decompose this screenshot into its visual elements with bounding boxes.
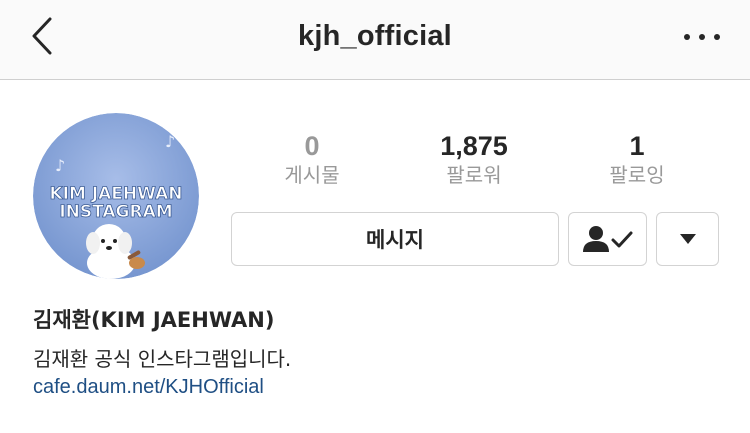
- more-horizontal-icon: [684, 34, 690, 40]
- profile-bio-text: 김재환 공식 인스타그램입니다.: [33, 347, 292, 371]
- followers-label: 팔로워: [446, 163, 502, 187]
- followers-stat[interactable]: 1,875 팔로워: [409, 130, 539, 188]
- avatar-image: ♪ ♪ KIM JAEHWAN INSTAGRAM: [33, 113, 199, 279]
- avatar-title-line1: KIM JAEHWAN: [49, 184, 182, 204]
- message-button[interactable]: 메시지: [231, 212, 559, 266]
- profile-avatar[interactable]: ♪ ♪ KIM JAEHWAN INSTAGRAM: [33, 113, 199, 279]
- following-status-button[interactable]: [568, 212, 647, 266]
- following-label: 팔로잉: [609, 163, 665, 187]
- profile-username-title: kjh_official: [298, 20, 452, 52]
- svg-text:♪: ♪: [55, 156, 65, 175]
- triangle-down-icon: [679, 234, 696, 244]
- following-stat[interactable]: 1 팔로잉: [572, 130, 702, 188]
- profile-full-name: 김재환(KIM JAEHWAN): [33, 308, 275, 332]
- top-navigation-bar: kjh_official: [0, 0, 750, 80]
- posts-count: 0: [304, 131, 320, 161]
- suggestions-dropdown-button[interactable]: [656, 212, 719, 266]
- avatar-title-line2: INSTAGRAM: [59, 202, 172, 222]
- posts-label: 게시물: [284, 163, 340, 187]
- followers-count: 1,875: [440, 131, 508, 161]
- profile-website-link[interactable]: cafe.daum.net/KJHOfficial: [33, 376, 264, 399]
- svg-text:♪: ♪: [165, 132, 175, 151]
- following-count: 1: [629, 131, 645, 161]
- posts-stat: 0 게시물: [247, 130, 377, 188]
- more-options-button[interactable]: [684, 24, 720, 50]
- person-check-icon: [582, 226, 632, 252]
